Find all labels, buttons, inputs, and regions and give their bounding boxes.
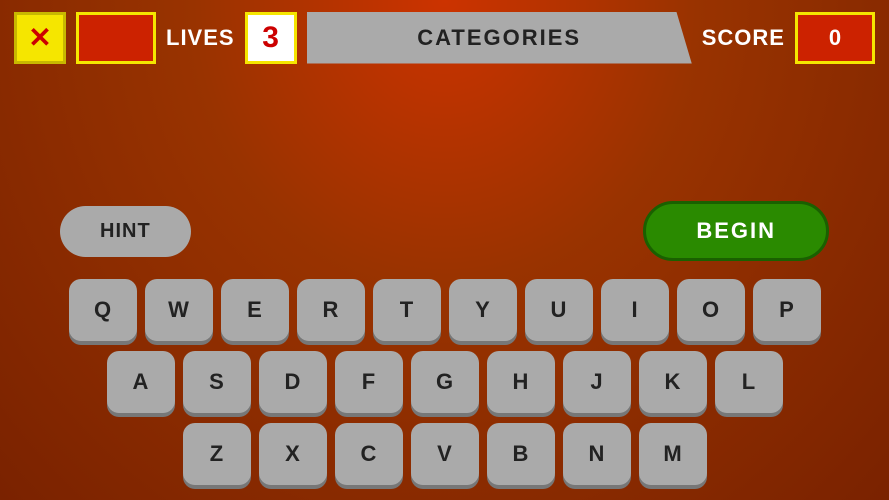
keyboard: QWERTYUIOP ASDFGHJKL ZXCVBNM bbox=[30, 279, 859, 485]
keyboard-row-2: ASDFGHJKL bbox=[107, 351, 783, 413]
key-I[interactable]: I bbox=[601, 279, 669, 341]
key-Q[interactable]: Q bbox=[69, 279, 137, 341]
key-C[interactable]: C bbox=[335, 423, 403, 485]
key-K[interactable]: K bbox=[639, 351, 707, 413]
key-A[interactable]: A bbox=[107, 351, 175, 413]
score-label: SCORE bbox=[702, 25, 785, 51]
key-Z[interactable]: Z bbox=[183, 423, 251, 485]
key-E[interactable]: E bbox=[221, 279, 289, 341]
keyboard-row-3: ZXCVBNM bbox=[183, 423, 707, 485]
key-T[interactable]: T bbox=[373, 279, 441, 341]
main-area: HINT BEGIN QWERTYUIOP ASDFGHJKL ZXCVBNM bbox=[0, 75, 889, 500]
lives-count: 3 bbox=[245, 12, 297, 64]
key-X[interactable]: X bbox=[259, 423, 327, 485]
score-value: 0 bbox=[795, 12, 875, 64]
red-box-left bbox=[76, 12, 156, 64]
key-G[interactable]: G bbox=[411, 351, 479, 413]
header: ✕ LIVES 3 CATEGORIES SCORE 0 bbox=[0, 0, 889, 75]
key-F[interactable]: F bbox=[335, 351, 403, 413]
key-L[interactable]: L bbox=[715, 351, 783, 413]
key-M[interactable]: M bbox=[639, 423, 707, 485]
key-B[interactable]: B bbox=[487, 423, 555, 485]
key-S[interactable]: S bbox=[183, 351, 251, 413]
key-V[interactable]: V bbox=[411, 423, 479, 485]
key-D[interactable]: D bbox=[259, 351, 327, 413]
keyboard-row-1: QWERTYUIOP bbox=[69, 279, 821, 341]
key-W[interactable]: W bbox=[145, 279, 213, 341]
key-O[interactable]: O bbox=[677, 279, 745, 341]
hint-button[interactable]: HINT bbox=[60, 206, 191, 257]
key-U[interactable]: U bbox=[525, 279, 593, 341]
categories-button[interactable]: CATEGORIES bbox=[307, 12, 692, 64]
key-R[interactable]: R bbox=[297, 279, 365, 341]
key-Y[interactable]: Y bbox=[449, 279, 517, 341]
close-button[interactable]: ✕ bbox=[14, 12, 66, 64]
key-N[interactable]: N bbox=[563, 423, 631, 485]
key-H[interactable]: H bbox=[487, 351, 555, 413]
action-row: HINT BEGIN bbox=[30, 201, 859, 261]
begin-button[interactable]: BEGIN bbox=[643, 201, 829, 261]
lives-label: LIVES bbox=[166, 25, 235, 51]
key-J[interactable]: J bbox=[563, 351, 631, 413]
key-P[interactable]: P bbox=[753, 279, 821, 341]
